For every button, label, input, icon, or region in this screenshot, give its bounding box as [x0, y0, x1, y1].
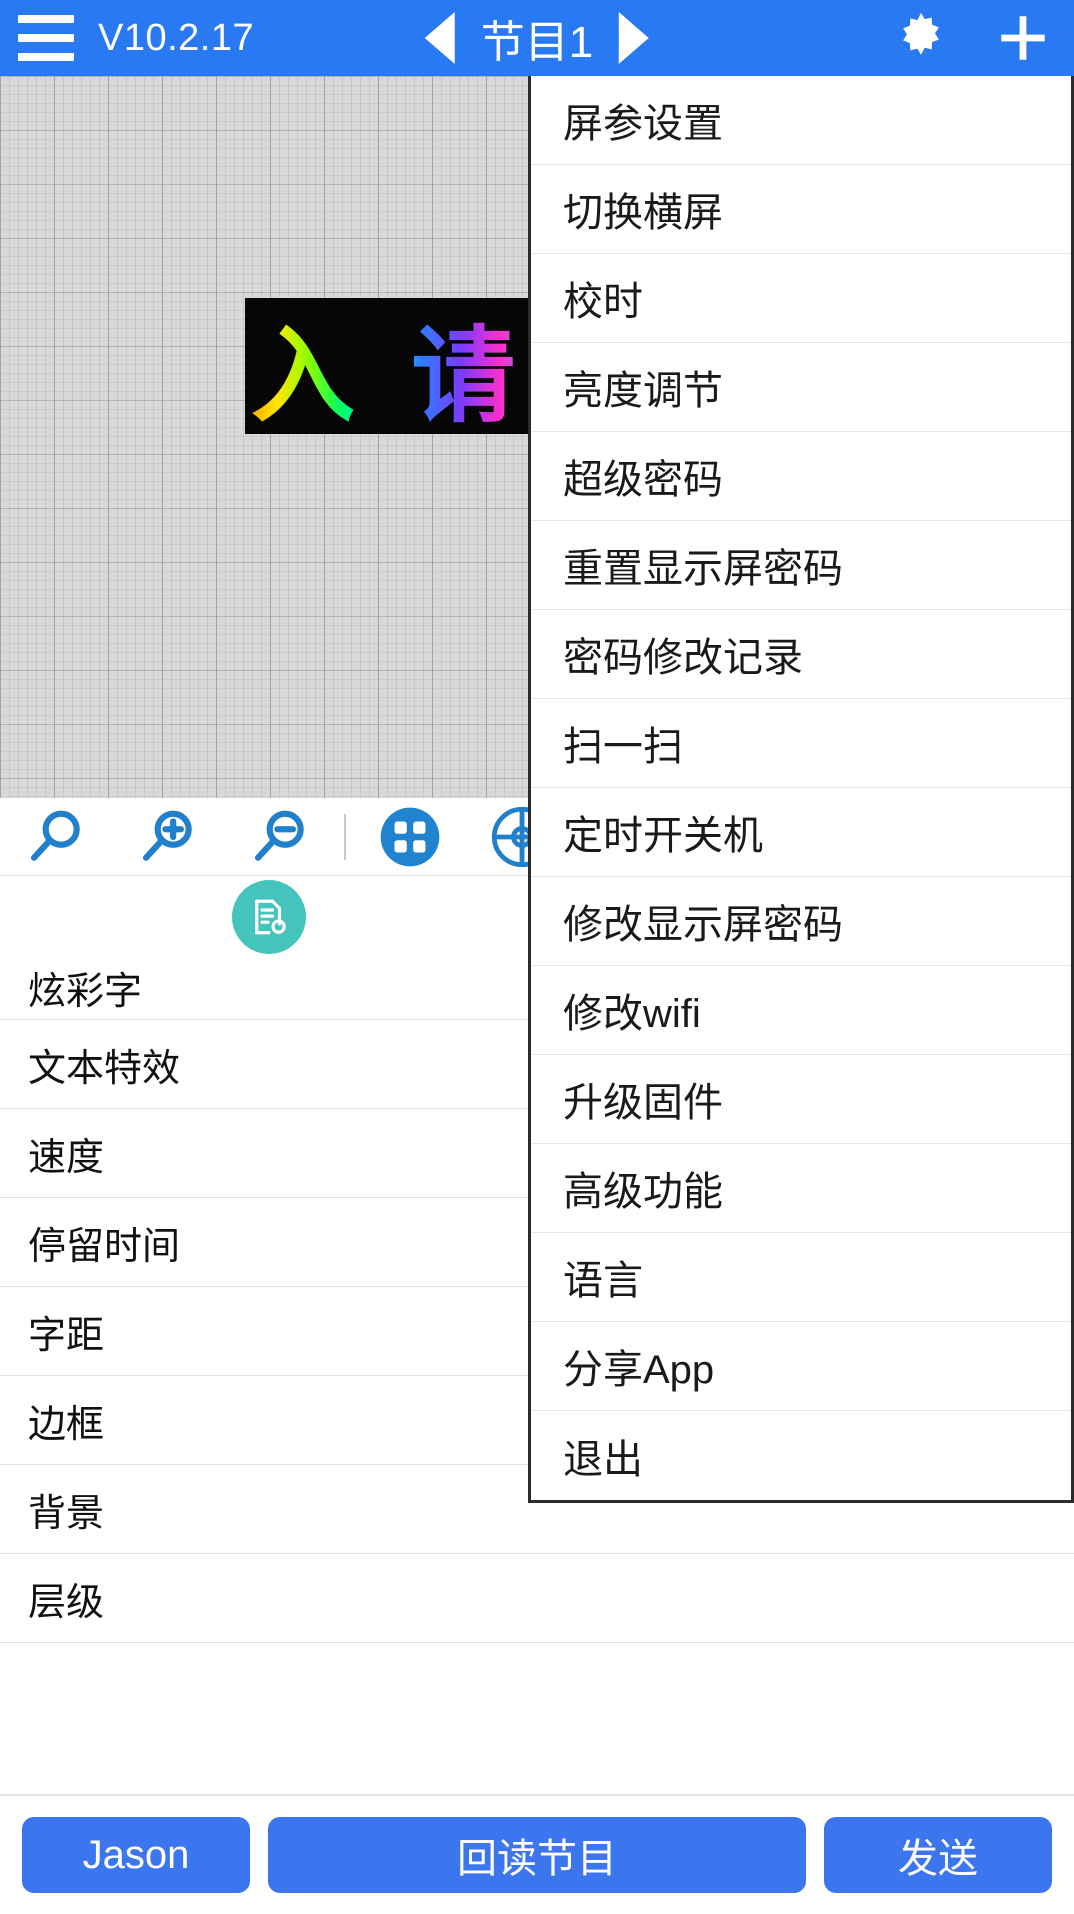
menu-item-language[interactable]: 语言: [531, 1233, 1071, 1322]
triangle-right-icon[interactable]: [619, 12, 650, 64]
list-item[interactable]: 层级: [0, 1554, 1074, 1643]
menu-item-switch-landscape[interactable]: 切换横屏: [531, 165, 1071, 254]
menu-item-upgrade-firmware[interactable]: 升级固件: [531, 1055, 1071, 1144]
grid-icon[interactable]: [354, 805, 466, 869]
menu-item-super-password[interactable]: 超级密码: [531, 432, 1071, 521]
zoom-out-icon[interactable]: [224, 806, 336, 868]
tab-program-settings[interactable]: [0, 876, 537, 958]
menu-item-reset-screen-password[interactable]: 重置显示屏密码: [531, 521, 1071, 610]
app-version-label: V10.2.17: [98, 16, 255, 59]
plus-icon[interactable]: [994, 9, 1052, 67]
top-app-bar: V10.2.17 节目1: [0, 0, 1074, 76]
menu-item-time-sync[interactable]: 校时: [531, 254, 1071, 343]
settings-dropdown-menu: 屏参设置 切换横屏 校时 亮度调节 超级密码 重置显示屏密码 密码修改记录 扫一…: [528, 76, 1074, 1503]
readback-program-button[interactable]: 回读节目: [268, 1817, 806, 1893]
menu-item-timed-power[interactable]: 定时开关机: [531, 788, 1071, 877]
zoom-in-icon[interactable]: [112, 806, 224, 868]
menu-item-brightness[interactable]: 亮度调节: [531, 343, 1071, 432]
toolbar-divider: [344, 813, 346, 860]
menu-item-exit[interactable]: 退出: [531, 1411, 1071, 1500]
menu-item-password-change-log[interactable]: 密码修改记录: [531, 610, 1071, 699]
document-settings-icon: [231, 880, 306, 954]
program-navigator: 节目1: [424, 6, 650, 70]
menu-item-modify-screen-password[interactable]: 修改显示屏密码: [531, 877, 1071, 966]
gear-icon[interactable]: [892, 9, 950, 67]
menu-item-screen-params[interactable]: 屏参设置: [531, 76, 1071, 165]
bottom-action-bar: Jason 回读节目 发送: [0, 1794, 1074, 1914]
menu-item-share-app[interactable]: 分享App: [531, 1322, 1071, 1411]
zoom-fit-icon[interactable]: [0, 806, 112, 868]
menu-item-scan[interactable]: 扫一扫: [531, 699, 1071, 788]
program-name-label: 节目1: [480, 18, 594, 67]
device-name-button[interactable]: Jason: [22, 1817, 250, 1893]
hamburger-icon[interactable]: [18, 15, 74, 61]
menu-item-advanced-features[interactable]: 高级功能: [531, 1144, 1071, 1233]
topbar-actions: [892, 9, 1052, 67]
menu-item-modify-wifi[interactable]: 修改wifi: [531, 966, 1071, 1055]
triangle-left-icon[interactable]: [424, 12, 455, 64]
send-button[interactable]: 发送: [824, 1817, 1052, 1893]
app-root: V10.2.17 节目1 入 请车 炫彩字 文本特效 速度 停留时间 字距 边框…: [0, 0, 1074, 1914]
